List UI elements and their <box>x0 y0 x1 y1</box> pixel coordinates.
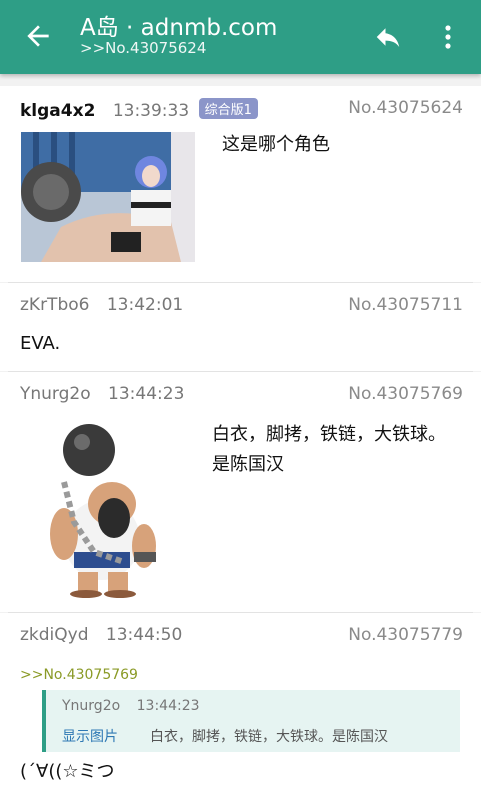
back-arrow-icon[interactable] <box>22 20 54 52</box>
post-number[interactable]: No.43075779 <box>348 625 463 645</box>
quote-text: 白衣，脚拷，铁链，大铁球。是陈国汉 <box>150 729 388 745</box>
post-time: 13:39:33 <box>112 101 190 121</box>
quote-uid: Ynurg2o <box>62 698 121 714</box>
post-content: 白衣，脚拷，铁链，大铁球。是陈国汉 <box>212 424 446 475</box>
post-header: Ynurg2o 13:44:23 <box>20 384 184 404</box>
more-options-icon[interactable] <box>438 22 458 52</box>
app-bar: A岛 · adnmb.com >>No.43075624 <box>0 0 481 74</box>
post-time: 13:44:23 <box>108 384 185 404</box>
app-title: A岛 · adnmb.com <box>80 15 278 41</box>
post-content: 这是哪个角色 <box>222 134 330 155</box>
post-number[interactable]: No.43075769 <box>348 384 463 404</box>
post-number[interactable]: No.43075711 <box>348 295 463 315</box>
post-uid: Ynurg2o <box>20 384 91 404</box>
reply-post[interactable]: zKrTbo6 13:42:01 No.43075711 EVA. <box>0 283 481 371</box>
post-main[interactable]: klga4x2 13:39:33 综合版1 No.43075624 这是哪个角色 <box>0 86 481 282</box>
post-header: klga4x2 13:39:33 综合版1 <box>20 98 258 121</box>
quote-link[interactable]: >>No.43075769 <box>20 667 138 683</box>
post-content: EVA. <box>20 333 61 354</box>
post-uid: zKrTbo6 <box>20 295 90 315</box>
show-image-link[interactable]: 显示图片 <box>62 726 118 746</box>
post-header: zkdiQyd 13:44:50 <box>20 625 182 645</box>
post-uid: zkdiQyd <box>20 625 89 645</box>
post-image-thumbnail[interactable] <box>34 422 170 598</box>
reply-icon[interactable] <box>372 22 404 52</box>
quote-box[interactable]: Ynurg2o 13:44:23 显示图片 白衣，脚拷，铁链，大铁球。是陈国汉 <box>42 690 460 752</box>
post-image-thumbnail[interactable] <box>21 132 195 262</box>
thread-subtitle: >>No.43075624 <box>80 39 207 57</box>
quote-time: 13:44:23 <box>136 698 200 714</box>
post-time: 13:44:50 <box>105 625 183 645</box>
reply-post[interactable]: Ynurg2o 13:44:23 No.43075769 白衣，脚拷，铁链，大铁… <box>0 372 481 612</box>
quote-header: Ynurg2o 13:44:23 <box>62 698 200 714</box>
post-header: zKrTbo6 13:42:01 <box>20 295 183 315</box>
post-number[interactable]: No.43075624 <box>348 98 463 118</box>
post-content: (´∀((☆ミつ <box>20 761 115 782</box>
reply-post[interactable]: zkdiQyd 13:44:50 No.43075779 >>No.430757… <box>0 613 481 800</box>
post-time: 13:42:01 <box>106 295 184 315</box>
post-uid: klga4x2 <box>20 101 96 121</box>
board-badge[interactable]: 综合版1 <box>198 98 258 119</box>
